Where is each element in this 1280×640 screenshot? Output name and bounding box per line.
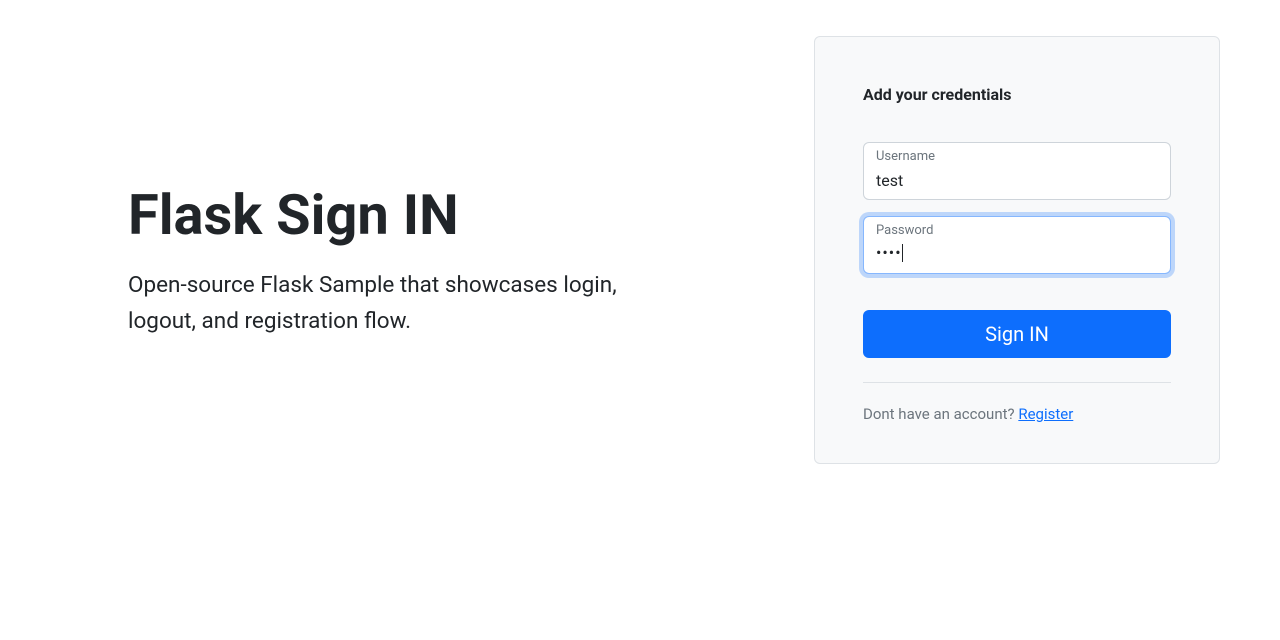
username-group: Username <box>863 142 1171 200</box>
page-subtitle: Open-source Flask Sample that showcases … <box>128 267 648 339</box>
signin-card: Add your credentials Username •••• Passw… <box>814 36 1220 464</box>
username-input[interactable] <box>863 142 1171 200</box>
page-title: Flask Sign IN <box>128 182 754 249</box>
signin-button[interactable]: Sign IN <box>863 310 1171 358</box>
footer-text: Dont have an account? <box>863 405 1018 423</box>
password-group: •••• Password <box>863 216 1171 274</box>
password-input[interactable]: •••• <box>863 216 1171 274</box>
card-heading: Add your credentials <box>863 85 1171 104</box>
footer-text-container: Dont have an account? Register <box>863 405 1171 423</box>
password-masked-value: •••• <box>876 243 902 263</box>
divider <box>863 382 1171 383</box>
register-link[interactable]: Register <box>1018 405 1073 423</box>
text-caret <box>902 244 903 262</box>
